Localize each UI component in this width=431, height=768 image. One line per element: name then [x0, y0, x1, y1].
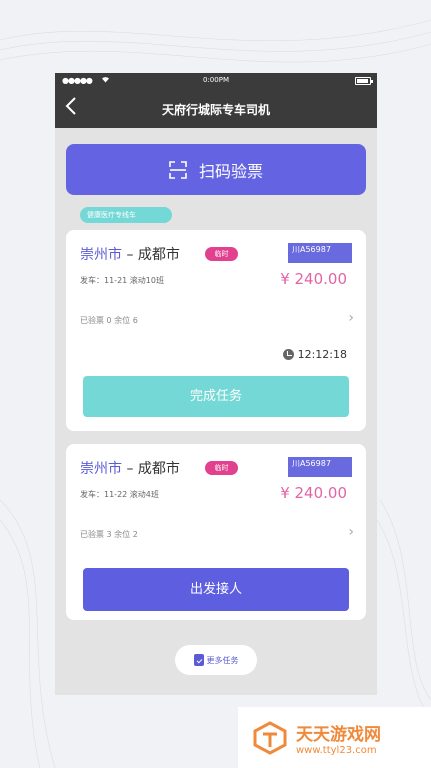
clock-icon: [282, 349, 294, 360]
page-title: 天府行城际专车司机: [161, 103, 270, 117]
ticket-status: 已验票 0 余位 6: [80, 316, 138, 325]
ticket-status: 已验票 3 余位 2: [80, 530, 138, 539]
clipboard-check-icon: [193, 654, 204, 666]
route-separator: –: [122, 461, 138, 477]
chevron-right-icon[interactable]: ›: [348, 524, 354, 540]
route-title: 崇州市 – 成都市: [80, 458, 180, 478]
status-bar: ●●●●● 0:00PM: [55, 73, 377, 89]
route-from: 崇州市: [80, 247, 122, 263]
watermark-url: www.ttyl23.com: [296, 744, 377, 756]
license-plate: 川A56987: [288, 457, 352, 477]
chevron-right-icon[interactable]: ›: [348, 310, 354, 326]
status-time: 0:00PM: [203, 76, 229, 84]
watermark-name: 天天游戏网: [296, 724, 381, 745]
departure-info: 发车：11-22 滚动4班: [80, 490, 159, 499]
scan-icon: [169, 160, 187, 179]
scan-ticket-label: 扫码验票: [198, 161, 263, 181]
departure-info: 发车：11-21 滚动10班: [80, 276, 164, 285]
route-to: 成都市: [137, 461, 180, 477]
more-tasks-label: 更多任务: [206, 655, 239, 665]
more-tasks-button[interactable]: 更多任务: [175, 645, 257, 675]
depart-pickup-button[interactable]: 出发接人: [83, 568, 349, 611]
temporary-badge: 临时: [205, 461, 238, 475]
trip-price: ¥ 240.00: [280, 484, 347, 502]
phone-screen: ●●●●● 0:00PM 天府行城际专车司机 扫码验票 健康医疗专线车 崇州市: [55, 73, 377, 695]
timer-value: 12:12:18: [297, 348, 347, 361]
scan-ticket-button[interactable]: 扫码验票: [66, 144, 366, 195]
route-from: 崇州市: [80, 461, 122, 477]
trip-price: ¥ 240.00: [280, 270, 347, 288]
route-to: 成都市: [137, 247, 180, 263]
route-tag: 健康医疗专线车: [80, 207, 172, 223]
license-plate: 川A56987: [288, 243, 352, 263]
nav-bar: 天府行城际专车司机: [55, 89, 377, 128]
trip-card[interactable]: 崇州市 – 成都市 临时 川A56987 发车：11-21 滚动10班 ¥ 24…: [66, 230, 366, 431]
countdown-timer: 12:12:18: [282, 348, 347, 361]
route-title: 崇州市 – 成都市: [80, 244, 180, 264]
temporary-badge: 临时: [205, 247, 238, 261]
battery-icon: [355, 77, 373, 85]
route-separator: –: [122, 247, 138, 263]
trip-card[interactable]: 崇州市 – 成都市 临时 川A56987 发车：11-22 滚动4班 ¥ 240…: [66, 444, 366, 620]
watermark-logo-icon: [253, 720, 287, 755]
site-watermark: 天天游戏网 www.ttyl23.com: [238, 707, 431, 768]
complete-task-button[interactable]: 完成任务: [83, 376, 349, 417]
